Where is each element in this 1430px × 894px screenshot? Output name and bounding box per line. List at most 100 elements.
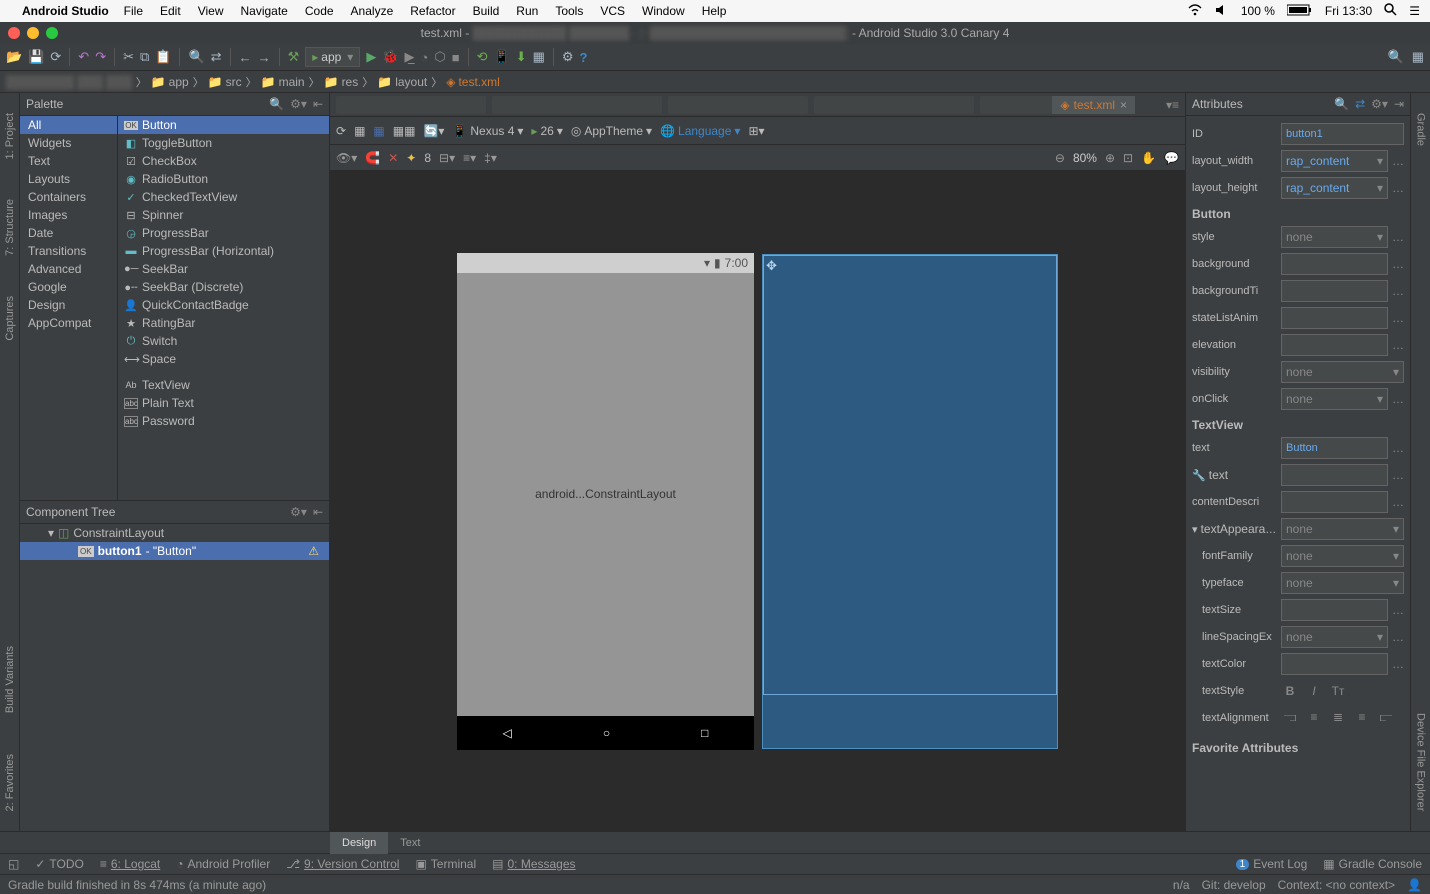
cat-images[interactable]: Images	[20, 206, 117, 224]
editor-tab-hidden[interactable]	[668, 96, 808, 114]
menu-view[interactable]: View	[198, 4, 224, 18]
align-icon[interactable]: ≡▾	[463, 151, 476, 165]
widget-radiobutton[interactable]: ◉RadioButton	[118, 170, 329, 188]
menu-build[interactable]: Build	[473, 4, 500, 18]
align-left-button[interactable]: ≡	[1305, 710, 1323, 725]
editor-tab-hidden[interactable]	[814, 96, 974, 114]
menu-help[interactable]: Help	[702, 4, 727, 18]
more-icon[interactable]: …	[1392, 603, 1404, 617]
align-start-button[interactable]: ⫎	[1281, 710, 1299, 725]
input-elevation[interactable]	[1281, 334, 1388, 356]
menu-code[interactable]: Code	[305, 4, 334, 18]
project-structure-icon[interactable]: ⚙	[562, 49, 574, 65]
menu-navigate[interactable]: Navigate	[240, 4, 287, 18]
widget-space[interactable]: ⟷Space	[118, 350, 329, 368]
select-fontfamily[interactable]: none▾	[1281, 545, 1404, 567]
attach-debugger-icon[interactable]: ⬡	[434, 49, 445, 65]
select-linespacing[interactable]: none▾	[1281, 626, 1388, 648]
more-icon[interactable]: …	[1392, 657, 1404, 671]
select-visibility[interactable]: none▾	[1281, 361, 1404, 383]
variants-icon[interactable]: ⊞▾	[748, 124, 764, 138]
tool-messages[interactable]: ▤ 0: Messages	[492, 857, 575, 871]
help-icon[interactable]: ?	[580, 50, 588, 65]
crumb-res[interactable]: 📁res	[324, 75, 359, 89]
tree-gear-icon[interactable]: ⚙▾	[290, 505, 307, 519]
tool-project[interactable]: 1: Project	[4, 113, 16, 159]
guidelines-icon[interactable]: ‡▾	[484, 151, 497, 165]
cat-advanced[interactable]: Advanced	[20, 260, 117, 278]
widget-switch[interactable]: ⏻Switch	[118, 332, 329, 350]
cat-transitions[interactable]: Transitions	[20, 242, 117, 260]
menu-vcs[interactable]: VCS	[600, 4, 625, 18]
paste-icon[interactable]: 📋	[155, 49, 171, 65]
menu-refactor[interactable]: Refactor	[410, 4, 455, 18]
crumb-app[interactable]: 📁app	[151, 75, 189, 89]
run-icon[interactable]: ▶	[366, 49, 376, 65]
zoom-window-button[interactable]	[46, 27, 58, 39]
status-git[interactable]: Git: develop	[1202, 878, 1266, 892]
menu-analyze[interactable]: Analyze	[351, 4, 394, 18]
theme-select[interactable]: ◎AppTheme▾	[571, 124, 652, 138]
input-id[interactable]	[1281, 123, 1404, 145]
cat-date[interactable]: Date	[20, 224, 117, 242]
cut-icon[interactable]: ✂	[123, 49, 134, 65]
more-icon[interactable]: …	[1392, 338, 1404, 352]
hammer-icon[interactable]: ⚒	[288, 49, 300, 65]
redo-icon[interactable]: ↷	[95, 49, 106, 65]
forward-icon[interactable]: →	[258, 50, 271, 65]
close-window-button[interactable]	[8, 27, 20, 39]
more-icon[interactable]: …	[1392, 495, 1404, 509]
tab-list-icon[interactable]: ▾≡	[1166, 98, 1179, 112]
widget-seekbar[interactable]: ●─SeekBar	[118, 260, 329, 278]
more-icon[interactable]: …	[1392, 230, 1404, 244]
widget-password[interactable]: abcPassword	[118, 412, 329, 430]
open-icon[interactable]: 📂	[6, 49, 22, 65]
input-text[interactable]	[1281, 437, 1388, 459]
copy-icon[interactable]: ⧉	[140, 49, 149, 65]
crumb-layout[interactable]: 📁layout	[377, 75, 427, 89]
tool-gradle-console[interactable]: ▦ Gradle Console	[1323, 857, 1422, 871]
search-everywhere-icon[interactable]: 🔍	[1388, 49, 1404, 65]
phone-blueprint-preview[interactable]: ✥	[762, 254, 1058, 749]
cat-text[interactable]: Text	[20, 152, 117, 170]
widget-spinner[interactable]: ⊟Spinner	[118, 206, 329, 224]
widget-checkbox[interactable]: ☑CheckBox	[118, 152, 329, 170]
sync-icon[interactable]: ⟲	[477, 49, 488, 65]
menu-run[interactable]: Run	[516, 4, 538, 18]
cat-all[interactable]: All	[20, 116, 117, 134]
menu-tools[interactable]: Tools	[555, 4, 583, 18]
more-icon[interactable]: …	[1392, 392, 1404, 406]
avd-icon[interactable]: 📱	[494, 49, 510, 65]
select-layout-height[interactable]: rap_content▾	[1281, 177, 1388, 199]
tool-vcs[interactable]: ⎇ 9: Version Control	[286, 857, 399, 871]
input-statelist[interactable]	[1281, 307, 1388, 329]
debug-icon[interactable]: 🐞	[382, 49, 398, 65]
phone-design-preview[interactable]: ▾ ▮ 7:00 android...ConstraintLayout ◁ ○ …	[457, 253, 754, 750]
align-end-button[interactable]: ⫍	[1377, 710, 1395, 725]
more-icon[interactable]: …	[1392, 181, 1404, 195]
refresh-icon[interactable]: ⟳	[50, 49, 61, 65]
tool-gradle[interactable]: Gradle	[1415, 113, 1427, 146]
input-bgtint[interactable]	[1281, 280, 1388, 302]
eye-icon[interactable]: 👁▾	[336, 151, 357, 165]
margin-label[interactable]: 8	[424, 151, 431, 165]
save-icon[interactable]: 💾	[28, 49, 44, 65]
editor-tab-active[interactable]: ◈ test.xml ×	[1052, 96, 1135, 114]
crumb-file[interactable]: ◈test.xml	[446, 75, 500, 89]
menu-icon[interactable]: ☰	[1409, 4, 1420, 18]
warnings-icon[interactable]: 💬	[1164, 151, 1179, 165]
design-mode-icon[interactable]: ▦	[354, 124, 365, 138]
tool-captures[interactable]: Captures	[4, 296, 16, 341]
more-icon[interactable]: …	[1392, 630, 1404, 644]
toolwin-button-icon[interactable]: ◱	[8, 857, 19, 871]
tool-profiler[interactable]: ◔ Android Profiler	[176, 857, 270, 871]
more-icon[interactable]: …	[1392, 468, 1404, 482]
widget-checkedtextview[interactable]: ✓CheckedTextView	[118, 188, 329, 206]
select-textappear[interactable]: none▾	[1281, 518, 1404, 540]
minimize-window-button[interactable]	[27, 27, 39, 39]
menu-window[interactable]: Window	[642, 4, 685, 18]
layout-inspector-icon[interactable]: ▦	[533, 49, 545, 65]
zoom-out-icon[interactable]: ⊖	[1055, 151, 1065, 165]
refresh-preview-icon[interactable]: ⟳	[336, 124, 346, 138]
clock[interactable]: Fri 13:30	[1325, 4, 1372, 18]
